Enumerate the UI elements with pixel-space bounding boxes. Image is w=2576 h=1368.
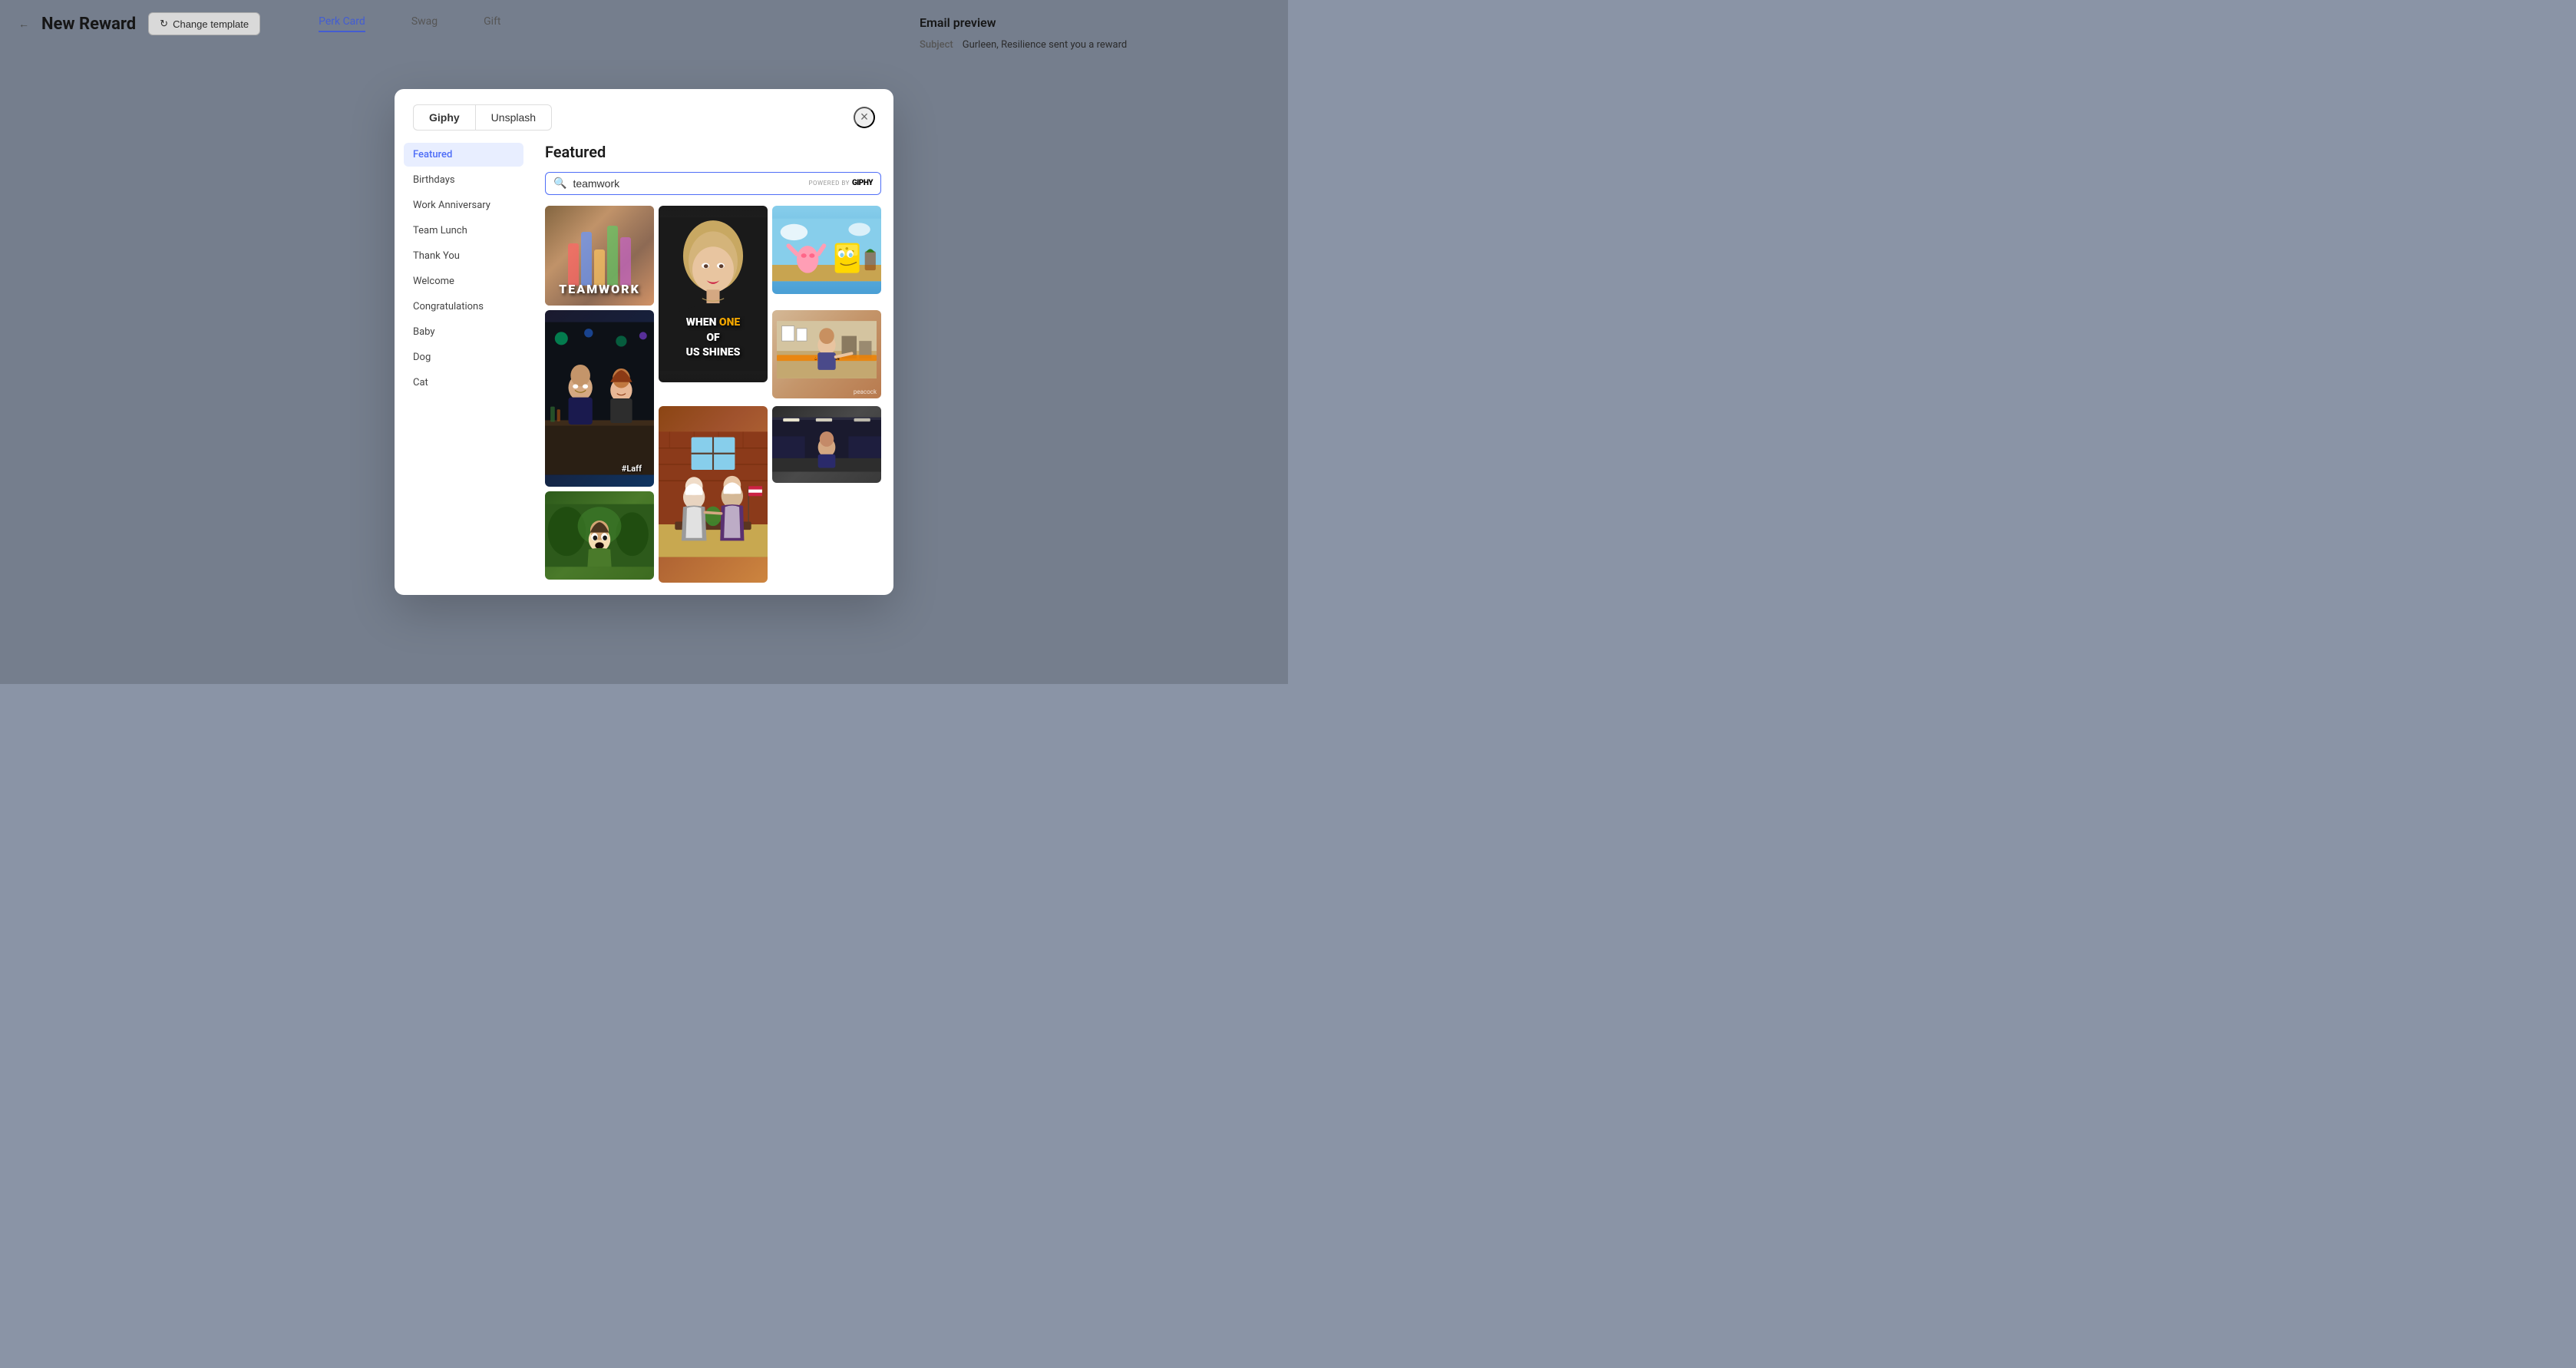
modal-close-button[interactable]: ×: [854, 107, 875, 128]
modal-header: Giphy Unsplash ×: [395, 89, 893, 131]
gif-store-lobby[interactable]: [772, 406, 881, 483]
sidebar-item-congratulations[interactable]: Congratulations: [404, 295, 523, 319]
search-input[interactable]: [573, 177, 802, 190]
powered-by-label: POWERED BY: [808, 180, 849, 187]
gif-bar-scene[interactable]: #Laff: [545, 310, 654, 487]
gif-when-one-of-us[interactable]: WHEN ONE OFUS SHINES: [659, 206, 768, 382]
sidebar-item-birthdays[interactable]: Birthdays: [404, 168, 523, 192]
search-icon: 🔍: [553, 177, 566, 190]
gif-cartoon-green[interactable]: [545, 491, 654, 580]
gif-grid: TEAMWORK: [545, 206, 881, 583]
modal-body: Featured Birthdays Work Anniversary Team…: [395, 131, 893, 596]
section-title: Featured: [545, 143, 881, 161]
gif-teamwork[interactable]: TEAMWORK: [545, 206, 654, 306]
category-sidebar: Featured Birthdays Work Anniversary Team…: [395, 143, 533, 583]
teamwork-text: TEAMWORK: [559, 282, 640, 296]
gif-spongebob[interactable]: [772, 206, 881, 294]
sidebar-item-welcome[interactable]: Welcome: [404, 269, 523, 293]
sidebar-item-dog[interactable]: Dog: [404, 345, 523, 369]
sidebar-item-work-anniversary[interactable]: Work Anniversary: [404, 193, 523, 217]
modal-overlay: Giphy Unsplash × Featured Birthdays Work…: [0, 0, 1288, 684]
gif-content-area: Featured 🔍 POWERED BY GIPHY: [533, 143, 893, 583]
sidebar-item-cat[interactable]: Cat: [404, 371, 523, 395]
when-one-text: WHEN ONE OFUS SHINES: [680, 316, 746, 361]
tab-unsplash[interactable]: Unsplash: [475, 104, 552, 131]
giphy-modal: Giphy Unsplash × Featured Birthdays Work…: [395, 89, 893, 596]
sidebar-item-featured[interactable]: Featured: [404, 143, 523, 167]
sidebar-item-thank-you[interactable]: Thank You: [404, 244, 523, 268]
tab-giphy[interactable]: Giphy: [413, 104, 475, 131]
sidebar-item-team-lunch[interactable]: Team Lunch: [404, 219, 523, 243]
giphy-logo: GIPHY: [852, 179, 873, 187]
office-tag: peacock: [854, 388, 877, 395]
modal-tab-group: Giphy Unsplash: [413, 104, 552, 131]
search-bar: 🔍 POWERED BY GIPHY: [545, 172, 881, 195]
giphy-powered-badge: POWERED BY GIPHY: [808, 179, 873, 187]
gif-colonial-women[interactable]: [659, 406, 768, 583]
bar-scene-tag: #Laff: [616, 454, 648, 481]
gif-office-halloween[interactable]: 🎃 HALLOWEEN peacock: [772, 310, 881, 398]
sidebar-item-baby[interactable]: Baby: [404, 320, 523, 344]
